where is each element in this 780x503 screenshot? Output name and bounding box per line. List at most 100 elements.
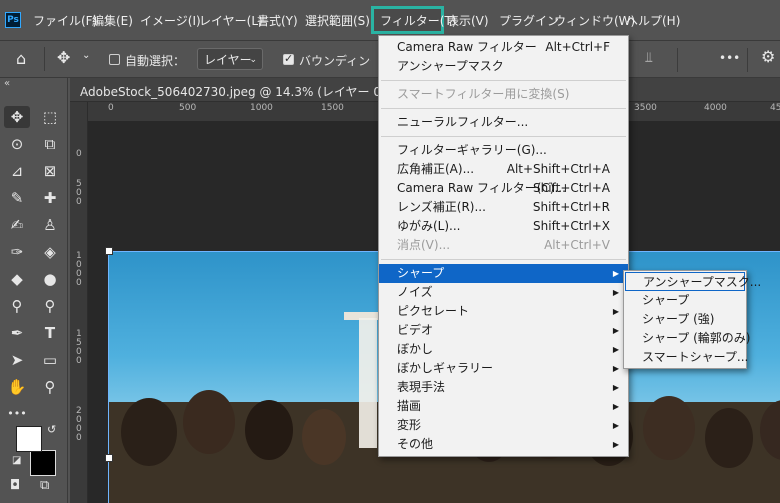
menu-plugins[interactable]: プラグイン bbox=[499, 13, 559, 29]
foreground-color-swatch[interactable] bbox=[16, 426, 42, 452]
submenu-arrow-icon: ▶ bbox=[612, 345, 619, 354]
eyedropper-tool-icon[interactable]: ✎ bbox=[4, 187, 30, 209]
rectangle-tool-icon[interactable]: ▭ bbox=[37, 349, 63, 371]
frame-tool-icon[interactable]: ⊠ bbox=[37, 160, 63, 182]
stamp-tool-icon[interactable]: ♙ bbox=[37, 214, 63, 236]
sharpen-unsharp-mask[interactable]: アンシャープマスク... bbox=[625, 272, 761, 291]
sharpen-edges[interactable]: シャープ (輪郭のみ) bbox=[624, 329, 750, 348]
ruler-label: 1000 bbox=[250, 103, 273, 113]
submenu-arrow-icon: ▶ bbox=[612, 440, 619, 449]
auto-select-label: 自動選択： bbox=[125, 54, 186, 68]
crop-tool-icon[interactable]: ⊿ bbox=[4, 160, 30, 182]
filter-lens-correction[interactable]: レンズ補正(R)... Shift+Ctrl+R bbox=[379, 198, 628, 217]
ruler-label: 1 0 0 0 bbox=[76, 251, 85, 288]
align-bottom-icon[interactable]: ⫫ bbox=[645, 50, 653, 66]
menu-separator bbox=[381, 108, 626, 109]
filter-convert-smart: スマートフィルター用に変換(S) bbox=[397, 87, 570, 101]
path-select-tool-icon[interactable]: ➤ bbox=[4, 349, 30, 371]
submenu-arrow-icon: ▶ bbox=[612, 326, 619, 335]
brush-tool-icon[interactable]: ✍ bbox=[4, 214, 30, 236]
paint-bucket-tool-icon[interactable]: ◆ bbox=[4, 268, 30, 290]
transform-handle[interactable] bbox=[105, 454, 113, 462]
ruler-label: 0 bbox=[76, 149, 82, 159]
pen-tool-icon[interactable]: ✒ bbox=[4, 322, 30, 344]
menu-bar: Ps ファイル(F) 編集(E) イメージ(I) レイヤー(L) 書式(Y) 選… bbox=[0, 0, 780, 40]
document-title: AdobeStock_506402730.jpeg @ 14.3% (レイヤー … bbox=[80, 85, 427, 99]
menu-help[interactable]: ヘルプ(H) bbox=[626, 13, 680, 29]
filter-camera-raw[interactable]: Camera Raw フィルター Alt+Ctrl+F bbox=[379, 38, 628, 57]
hand-tool-icon[interactable]: ✋ bbox=[4, 376, 30, 398]
gear-icon[interactable]: ⚙ bbox=[761, 47, 775, 66]
menu-separator bbox=[381, 80, 626, 81]
lasso-tool-icon[interactable]: ⊙ bbox=[4, 133, 30, 155]
screen-mode-icon[interactable]: ⧉ bbox=[40, 478, 49, 493]
healing-brush-tool-icon[interactable]: ✚ bbox=[37, 187, 63, 209]
zoom-tool-icon[interactable]: ⚲ bbox=[37, 376, 63, 398]
ruler-label: 0 bbox=[108, 103, 114, 113]
menu-window[interactable]: ウィンドウ(W) bbox=[554, 13, 635, 29]
move-tool-icon[interactable]: ✥ bbox=[57, 48, 70, 67]
filter-sharpen[interactable]: シャープ ▶ bbox=[379, 264, 628, 283]
menu-view[interactable]: 表示(V) bbox=[447, 13, 489, 29]
divider bbox=[44, 47, 45, 71]
sharpen-more[interactable]: シャープ (強) bbox=[624, 310, 746, 329]
transform-handle[interactable] bbox=[105, 247, 113, 255]
menu-image[interactable]: イメージ(I) bbox=[140, 13, 201, 29]
auto-select-target-value: レイヤー bbox=[204, 53, 252, 67]
filter-render[interactable]: 描画 ▶ bbox=[379, 397, 628, 416]
bounding-box-checkbox[interactable] bbox=[283, 52, 294, 65]
filter-gallery[interactable]: フィルターギャラリー(G)... bbox=[379, 141, 628, 160]
swap-colors-icon[interactable]: ↺ bbox=[47, 423, 56, 436]
submenu-arrow-icon: ▶ bbox=[612, 269, 619, 278]
marquee-tool-icon[interactable]: ⬚ bbox=[37, 106, 63, 128]
menu-select[interactable]: 選択範囲(S) bbox=[305, 13, 371, 29]
filter-neural[interactable]: ニューラルフィルター... bbox=[379, 113, 628, 132]
auto-select-target-dropdown[interactable]: レイヤー ⌄ bbox=[197, 48, 263, 70]
collapse-panel-icon[interactable]: « bbox=[4, 78, 10, 89]
dodge-tool-icon[interactable]: ⚲ bbox=[4, 295, 30, 317]
filter-video[interactable]: ビデオ ▶ bbox=[379, 321, 628, 340]
sharpen-submenu: アンシャープマスク... シャープ シャープ (強) シャープ (輪郭のみ) ス… bbox=[623, 270, 761, 369]
left-ruler: 0 5 0 0 1 0 0 0 1 5 0 0 2 0 0 0 bbox=[70, 102, 88, 503]
edit-toolbar-icon[interactable]: ••• bbox=[4, 403, 30, 425]
eraser-tool-icon[interactable]: ◈ bbox=[37, 241, 63, 263]
menu-filter[interactable]: フィルター(T) bbox=[380, 13, 456, 29]
background-color-swatch[interactable] bbox=[30, 450, 56, 476]
menu-layer[interactable]: レイヤー(L) bbox=[199, 13, 263, 29]
menu-file[interactable]: ファイル(F) bbox=[33, 13, 97, 29]
home-icon[interactable]: ⌂ bbox=[16, 49, 26, 68]
filter-menu: Camera Raw フィルター Alt+Ctrl+F アンシャープマスク スマー… bbox=[378, 35, 629, 457]
sharpen-smart[interactable]: スマートシャープ... bbox=[624, 348, 748, 367]
filter-stylize[interactable]: 表現手法 ▶ bbox=[379, 378, 628, 397]
filter-pixelate[interactable]: ピクセレート ▶ bbox=[379, 302, 628, 321]
menu-type[interactable]: 書式(Y) bbox=[257, 13, 298, 29]
filter-blur-gallery[interactable]: ぼかしギャラリー ▶ bbox=[379, 359, 628, 378]
ruler-label: 500 bbox=[179, 103, 197, 113]
filter-camera-raw-c[interactable]: Camera Raw フィルター(C)... Shift+Ctrl+A bbox=[379, 179, 628, 198]
menu-edit[interactable]: 編集(E) bbox=[92, 13, 133, 29]
filter-noise[interactable]: ノイズ ▶ bbox=[379, 283, 628, 302]
more-options-icon[interactable]: ••• bbox=[719, 51, 740, 65]
submenu-arrow-icon: ▶ bbox=[612, 383, 619, 392]
filter-liquify[interactable]: ゆがみ(L)... Shift+Ctrl+X bbox=[379, 217, 628, 236]
submenu-arrow-icon: ▶ bbox=[612, 288, 619, 297]
default-colors-icon[interactable]: ◪ bbox=[12, 455, 21, 466]
object-select-tool-icon[interactable]: ⧉ bbox=[37, 133, 63, 155]
filter-adaptive-wide-angle[interactable]: 広角補正(A)... Alt+Shift+Ctrl+A bbox=[379, 160, 628, 179]
chevron-down-icon[interactable]: ⌄ bbox=[82, 50, 90, 61]
filter-other[interactable]: その他 ▶ bbox=[379, 435, 628, 454]
burn-tool-icon[interactable]: ⚲ bbox=[37, 295, 63, 317]
history-brush-tool-icon[interactable]: ✑ bbox=[4, 241, 30, 263]
filter-distort[interactable]: 変形 ▶ bbox=[379, 416, 628, 435]
quick-mask-icon[interactable]: ◘ bbox=[10, 478, 20, 493]
photoshop-logo-icon: Ps bbox=[5, 12, 21, 28]
filter-unsharp-mask-recent[interactable]: アンシャープマスク bbox=[379, 57, 628, 76]
ruler-label: 1 5 0 0 bbox=[76, 329, 85, 366]
filter-blur[interactable]: ぼかし ▶ bbox=[379, 340, 628, 359]
auto-select-checkbox[interactable] bbox=[109, 54, 120, 65]
move-tool-icon[interactable]: ✥ bbox=[4, 106, 30, 128]
ruler-label: 5 0 0 bbox=[76, 179, 85, 207]
type-tool-icon[interactable]: T bbox=[37, 322, 63, 344]
blur-tool-icon[interactable]: ● bbox=[37, 268, 63, 290]
sharpen-sharpen[interactable]: シャープ bbox=[624, 291, 746, 310]
